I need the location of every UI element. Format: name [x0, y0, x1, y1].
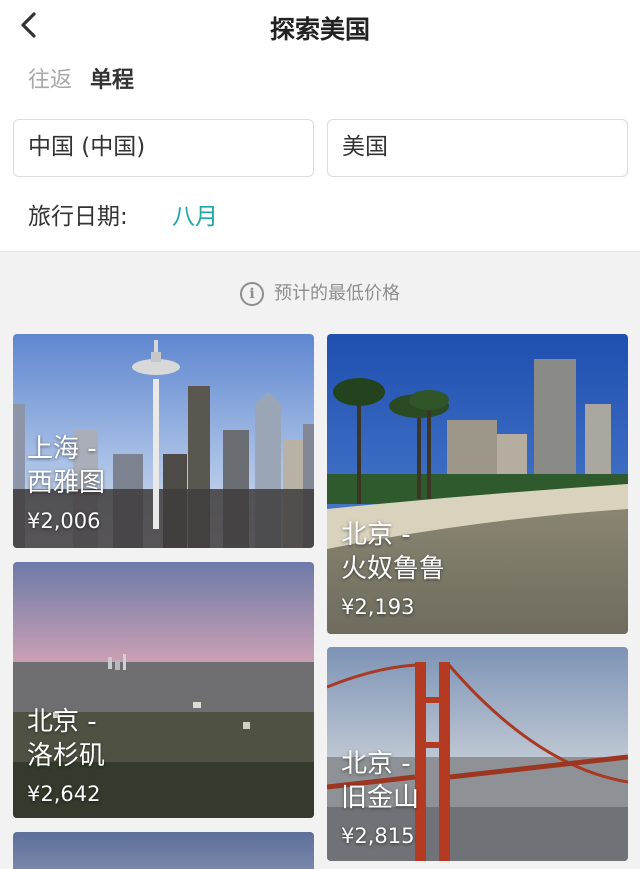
destination-card-partial[interactable]: [13, 832, 314, 869]
card-text: 北京 - 旧金山 ¥2,815: [341, 747, 419, 851]
card-text: 上海 - 西雅图 ¥2,006: [27, 432, 105, 536]
price-note-text: 预计的最低价格: [274, 283, 400, 304]
origin-field[interactable]: 中国 (中国): [13, 119, 314, 177]
round-trip-tab[interactable]: 往返: [28, 62, 72, 94]
card-city: 西雅图: [27, 468, 106, 498]
card-price: ¥2,642: [27, 782, 101, 806]
card-origin: 北京 -: [27, 707, 97, 737]
card-city: 旧金山: [341, 783, 420, 813]
destination-card-seattle[interactable]: 上海 - 西雅图 ¥2,006: [13, 334, 314, 548]
one-way-tab[interactable]: 单程: [90, 62, 134, 94]
travel-date-value[interactable]: 八月: [172, 197, 218, 231]
info-icon: i: [240, 282, 264, 306]
destination-card-los-angeles[interactable]: 北京 - 洛杉矶 ¥2,642: [13, 562, 314, 818]
page-title: 探索美国: [269, 15, 370, 44]
card-origin: 上海 -: [27, 434, 97, 464]
card-text: 北京 - 洛杉矶 ¥2,642: [27, 705, 105, 809]
card-price: ¥2,193: [341, 595, 415, 619]
destination-field[interactable]: 美国: [327, 119, 628, 177]
card-origin: 北京 -: [341, 520, 411, 550]
card-price: ¥2,006: [27, 509, 101, 533]
card-city: 洛杉矶: [27, 741, 106, 771]
header: 探索美国: [0, 0, 640, 52]
card-origin: 北京 -: [341, 749, 411, 779]
travel-date-label: 旅行日期:: [28, 204, 128, 230]
card-price: ¥2,815: [341, 824, 415, 848]
card-text: 北京 - 火奴鲁鲁 ¥2,193: [341, 518, 445, 622]
card-city: 火奴鲁鲁: [341, 554, 446, 584]
trip-type-toggle: 往返 单程: [28, 62, 134, 94]
destination-card-san-francisco[interactable]: 北京 - 旧金山 ¥2,815: [327, 647, 628, 861]
destination-card-honolulu[interactable]: 北京 - 火奴鲁鲁 ¥2,193: [327, 334, 628, 634]
price-note: i 预计的最低价格: [0, 279, 640, 306]
